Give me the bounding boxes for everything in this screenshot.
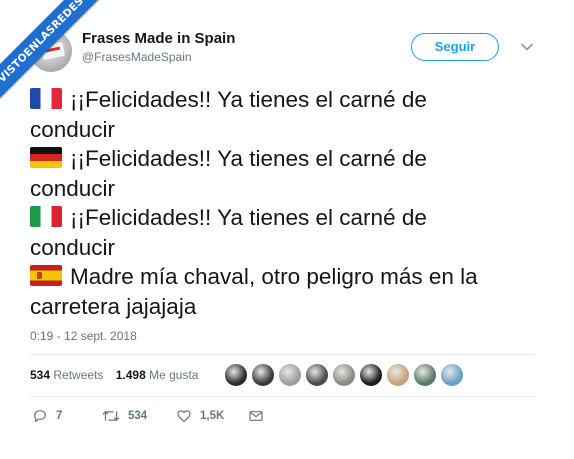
retweets-label: Retweets [53, 368, 104, 382]
retweet-icon [102, 411, 120, 421]
like-count: 1,5K [200, 410, 225, 422]
liker-avatar[interactable] [359, 363, 383, 387]
retweet-button[interactable]: 534 [102, 408, 147, 424]
watermark-ribbon: VISTOENLASREDES [0, 0, 120, 120]
envelope-icon [249, 411, 263, 421]
divider [30, 396, 534, 397]
likers-avatars [224, 363, 467, 387]
liker-avatar[interactable] [332, 363, 356, 387]
divider [30, 354, 534, 355]
tweet-line-text: ¡¡Felicidades!! Ya tienes el carné de [70, 87, 427, 112]
flag-italy-icon [30, 206, 62, 227]
liker-avatar[interactable] [440, 363, 464, 387]
tweet-line-continuation: conducir [30, 175, 116, 201]
tweet-line: ¡¡Felicidades!! Ya tienes el carné de [30, 144, 550, 174]
engagement-stats: 534 Retweets 1.498 Me gusta [30, 368, 207, 382]
reply-button[interactable]: 7 [32, 408, 62, 424]
flag-spain-icon [30, 265, 62, 286]
watermark-text: VISTOENLASREDES [0, 0, 110, 109]
heart-icon [177, 410, 191, 422]
tweet-line-continuation: carretera jajajaja [30, 293, 197, 319]
tweet-line-continuation: conducir [30, 234, 116, 260]
chevron-down-icon[interactable] [520, 40, 534, 54]
liker-avatar[interactable] [413, 363, 437, 387]
follow-button[interactable]: Seguir [411, 33, 499, 61]
liker-avatar[interactable] [278, 363, 302, 387]
reply-icon [34, 410, 46, 423]
retweets-count: 534 [30, 368, 51, 382]
tweet-line-text: ¡¡Felicidades!! Ya tienes el carné de [70, 205, 427, 230]
tweet-text: ¡¡Felicidades!! Ya tienes el carné de co… [30, 85, 550, 321]
flag-germany-icon [30, 147, 62, 168]
tweet-timestamp[interactable]: 0:19 - 12 sept. 2018 [30, 329, 137, 343]
tweet-line: Madre mía chaval, otro peligro más en la [30, 262, 550, 292]
tweet-line-text: Madre mía chaval, otro peligro más en la [70, 264, 478, 289]
tweet-actions: 7 534 1,5K [32, 408, 332, 428]
retweet-count: 534 [128, 410, 148, 422]
liker-avatar[interactable] [224, 363, 248, 387]
likes-stat[interactable]: 1.498 Me gusta [116, 368, 199, 382]
liker-avatar[interactable] [386, 363, 410, 387]
direct-message-button[interactable] [248, 408, 264, 424]
tweet-line-text: ¡¡Felicidades!! Ya tienes el carné de [70, 146, 427, 171]
liker-avatar[interactable] [251, 363, 275, 387]
reply-count: 7 [56, 410, 63, 422]
tweet-line: ¡¡Felicidades!! Ya tienes el carné de [30, 203, 550, 233]
retweets-stat[interactable]: 534 Retweets [30, 368, 103, 382]
likes-label: Me gusta [149, 368, 199, 382]
likes-count: 1.498 [115, 368, 146, 382]
liker-avatar[interactable] [305, 363, 329, 387]
like-button[interactable]: 1,5K [176, 408, 224, 424]
